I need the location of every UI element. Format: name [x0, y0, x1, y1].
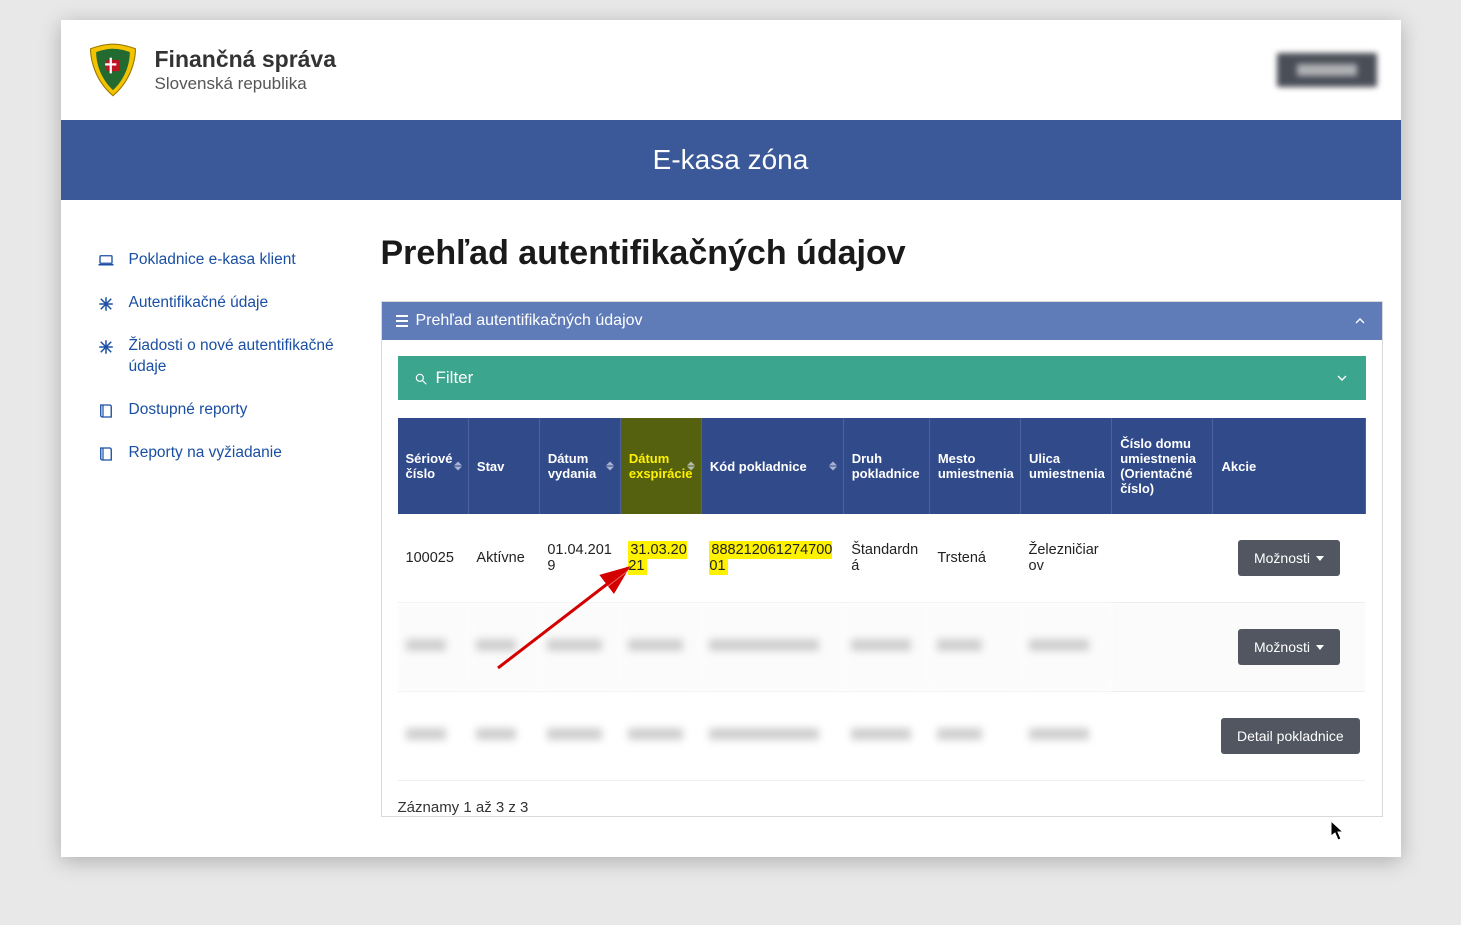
col-header-exspiracia[interactable]: Dátum exspirácie [620, 418, 701, 514]
cell-exspiracia: 31.03.2021 [620, 514, 701, 603]
cell-cislo [1112, 514, 1213, 603]
cell-redacted [398, 692, 469, 781]
chevron-down-icon [1334, 370, 1350, 386]
cell-mesto: Trstená [929, 514, 1020, 603]
col-header-druh[interactable]: Druh pokladnice [843, 418, 929, 514]
sidebar-item-pokladnice[interactable]: Pokladnice e-kasa klient [97, 250, 361, 271]
col-header-vydanie[interactable]: Dátum vydania [539, 418, 620, 514]
auth-data-table: Sériové číslo Stav Dátum vydania Dátum e… [398, 418, 1366, 781]
table-row: Možnosti [398, 603, 1366, 692]
sidebar-item-autentifikacne[interactable]: Autentifikačné údaje [97, 293, 361, 314]
sidebar-item-label: Autentifikačné údaje [129, 293, 269, 314]
cell-redacted [1021, 603, 1112, 692]
col-header-akcie: Akcie [1213, 418, 1365, 514]
cell-redacted [468, 603, 539, 692]
book-icon [97, 402, 115, 420]
laptop-icon [97, 252, 115, 270]
book-icon [97, 445, 115, 463]
highlight: 31.03.2021 [628, 541, 686, 575]
brand-subtitle: Slovenská republika [155, 74, 337, 94]
moznosti-button[interactable]: Možnosti [1238, 629, 1340, 665]
cell-redacted [843, 603, 929, 692]
cell-vydanie: 01.04.2019 [539, 514, 620, 603]
overview-panel: Prehľad autentifikačných údajov Filter [381, 301, 1383, 817]
app-window: Finančná správa Slovenská republika E-ka… [61, 20, 1401, 857]
cell-serial: 100025 [398, 514, 469, 603]
cell-redacted [1021, 692, 1112, 781]
detail-pokladnice-button[interactable]: Detail pokladnice [1221, 718, 1360, 754]
filter-bar[interactable]: Filter [398, 356, 1366, 400]
main-content: Prehľad autentifikačných údajov Prehľad … [381, 230, 1401, 817]
panel-header[interactable]: Prehľad autentifikačných údajov [382, 302, 1382, 340]
col-header-stav[interactable]: Stav [468, 418, 539, 514]
cell-redacted [843, 692, 929, 781]
sidebar-item-label: Pokladnice e-kasa klient [129, 250, 296, 271]
sort-icon [829, 462, 837, 471]
cell-druh: Štandardná [843, 514, 929, 603]
table-row: 100025 Aktívne 01.04.2019 31.03.2021 888… [398, 514, 1366, 603]
cell-ulica: Železničiarov [1021, 514, 1112, 603]
search-icon [414, 371, 428, 385]
cell-redacted [398, 603, 469, 692]
sort-icon [606, 462, 614, 471]
cell-akcie: Možnosti [1213, 603, 1365, 692]
cell-redacted [539, 692, 620, 781]
cell-redacted [701, 603, 843, 692]
col-header-kod[interactable]: Kód pokladnice [701, 418, 843, 514]
app-header: Finančná správa Slovenská republika [61, 20, 1401, 120]
cell-cislo [1112, 603, 1213, 692]
brand-logo [85, 42, 141, 98]
cell-redacted [620, 603, 701, 692]
cell-redacted [620, 692, 701, 781]
cell-redacted [701, 692, 843, 781]
records-info: Záznamy 1 až 3 z 3 [398, 781, 1366, 816]
cell-cislo [1112, 692, 1213, 781]
moznosti-button[interactable]: Možnosti [1238, 540, 1340, 576]
sidebar-item-dostupne-reporty[interactable]: Dostupné reporty [97, 400, 361, 421]
asterisk-icon [97, 338, 115, 356]
sidebar-item-label: Žiadosti o nové autentifikačné údaje [129, 336, 361, 378]
brand-text: Finančná správa Slovenská republika [155, 46, 337, 94]
zone-banner: E-kasa zóna [61, 120, 1401, 200]
panel-title: Prehľad autentifikačných údajov [416, 312, 643, 330]
header-right [1277, 53, 1377, 87]
cell-redacted [929, 603, 1020, 692]
col-header-serial[interactable]: Sériové číslo [398, 418, 469, 514]
col-header-mesto[interactable]: Mesto umiestnenia [929, 418, 1020, 514]
table-wrap: Sériové číslo Stav Dátum vydania Dátum e… [398, 418, 1366, 781]
table-row: Detail pokladnice [398, 692, 1366, 781]
sidebar-item-ziadosti[interactable]: Žiadosti o nové autentifikačné údaje [97, 336, 361, 378]
sidebar-item-label: Dostupné reporty [129, 400, 248, 421]
cell-akcie: Detail pokladnice [1213, 692, 1365, 781]
chevron-down-icon [1316, 556, 1324, 561]
cell-stav: Aktívne [468, 514, 539, 603]
body-row: Pokladnice e-kasa klient Autentifikačné … [61, 200, 1401, 857]
user-menu[interactable] [1277, 53, 1377, 87]
sidebar-item-reporty-vyziadanie[interactable]: Reporty na vyžiadanie [97, 443, 361, 464]
cell-redacted [539, 603, 620, 692]
cell-akcie: Možnosti [1213, 514, 1365, 603]
sidebar: Pokladnice e-kasa klient Autentifikačné … [61, 230, 381, 486]
cell-redacted [929, 692, 1020, 781]
col-header-cislo[interactable]: Číslo domu umiestnenia (Orientačné číslo… [1112, 418, 1213, 514]
hamburger-icon [396, 315, 408, 327]
chevron-down-icon [1316, 645, 1324, 650]
col-header-ulica[interactable]: Ulica umiestnenia [1021, 418, 1112, 514]
chevron-up-icon [1352, 313, 1368, 329]
brand-title: Finančná správa [155, 46, 337, 74]
sort-icon [454, 462, 462, 471]
highlight: 88821206127470001 [709, 541, 832, 575]
table-header-row: Sériové číslo Stav Dátum vydania Dátum e… [398, 418, 1366, 514]
sort-icon [687, 462, 695, 471]
panel-body: Filter Sér [382, 340, 1382, 816]
cell-redacted [468, 692, 539, 781]
filter-label: Filter [436, 368, 474, 388]
sidebar-item-label: Reporty na vyžiadanie [129, 443, 282, 464]
cell-kod: 88821206127470001 [701, 514, 843, 603]
page-heading: Prehľad autentifikačných údajov [381, 234, 1383, 273]
zone-banner-title: E-kasa zóna [653, 144, 809, 175]
asterisk-icon [97, 295, 115, 313]
